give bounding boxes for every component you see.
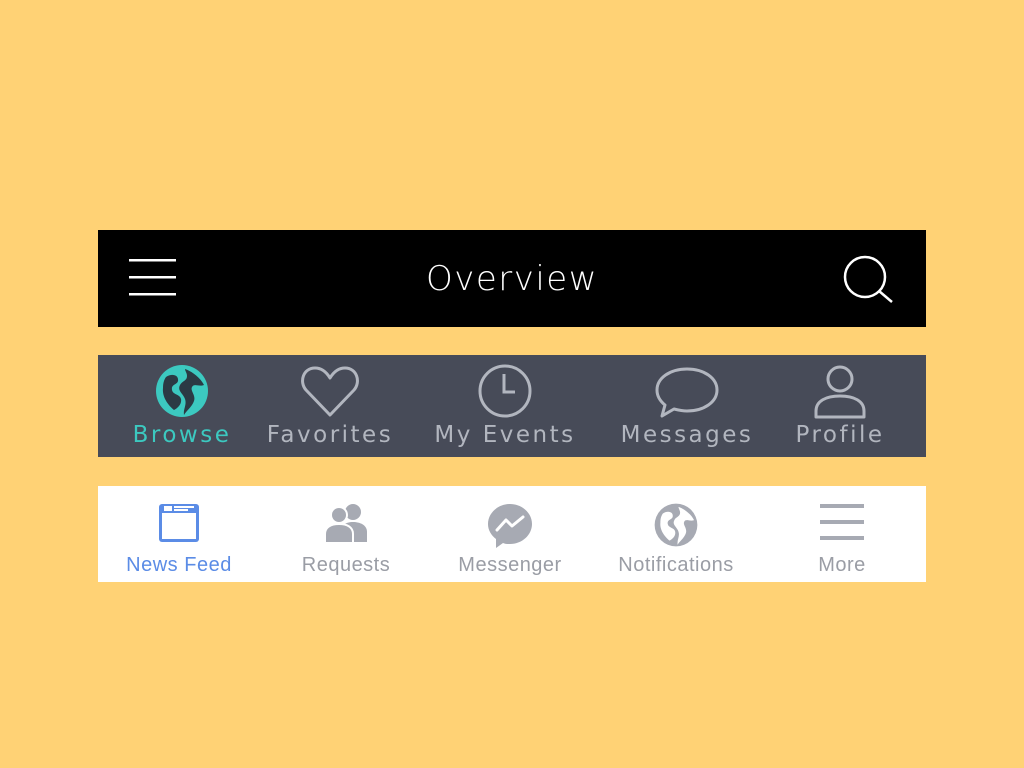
search-icon xyxy=(843,255,893,303)
tab-profile[interactable]: Profile xyxy=(795,355,885,457)
tab-label: Notifications xyxy=(618,554,734,576)
top-header-bar: Overview xyxy=(98,230,926,327)
messenger-icon xyxy=(488,504,532,548)
dark-tab-bar: Browse Favorites My Events Messages Prof… xyxy=(98,355,926,457)
globe-icon xyxy=(156,365,208,417)
clock-icon xyxy=(478,364,532,418)
tab-label: Favorites xyxy=(266,422,394,448)
tab-news-feed[interactable]: News Feed xyxy=(118,486,240,582)
tab-label: My Events xyxy=(434,422,576,448)
chat-bubble-icon xyxy=(655,367,719,418)
tab-requests[interactable]: Requests xyxy=(294,486,398,582)
tab-my-events[interactable]: My Events xyxy=(434,355,573,457)
tab-notifications[interactable]: Notifications xyxy=(608,486,744,582)
tab-label: More xyxy=(818,554,866,576)
heart-icon xyxy=(301,366,359,417)
hamburger-menu-icon xyxy=(820,504,864,540)
tab-label: Profile xyxy=(795,422,885,448)
globe-icon xyxy=(654,503,698,547)
news-feed-icon xyxy=(159,504,199,542)
tab-label: Messages xyxy=(620,422,754,448)
tab-label: Messenger xyxy=(458,554,562,576)
person-icon xyxy=(814,365,866,419)
tab-messenger[interactable]: Messenger xyxy=(450,486,570,582)
tab-label: Browse xyxy=(132,422,232,448)
light-tab-bar: News Feed Requests Messenger Notificatio… xyxy=(98,486,926,582)
tab-messages[interactable]: Messages xyxy=(620,355,754,457)
search-button[interactable] xyxy=(842,252,896,306)
page-title: Overview xyxy=(425,258,599,299)
tab-more[interactable]: More xyxy=(802,486,882,582)
tab-label: Requests xyxy=(301,554,391,576)
friends-icon xyxy=(324,504,367,544)
tab-label: News Feed xyxy=(126,554,232,576)
tab-browse[interactable]: Browse xyxy=(132,355,232,457)
tab-favorites[interactable]: Favorites xyxy=(266,355,394,457)
